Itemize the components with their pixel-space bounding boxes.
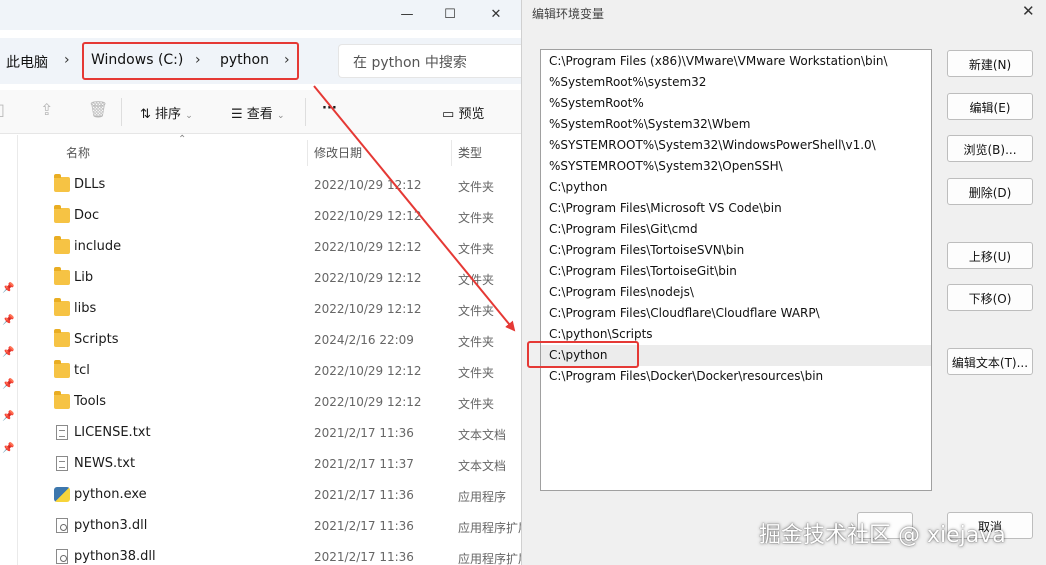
annotation-arrow	[313, 85, 516, 332]
annotation-arrow-line	[313, 85, 516, 332]
